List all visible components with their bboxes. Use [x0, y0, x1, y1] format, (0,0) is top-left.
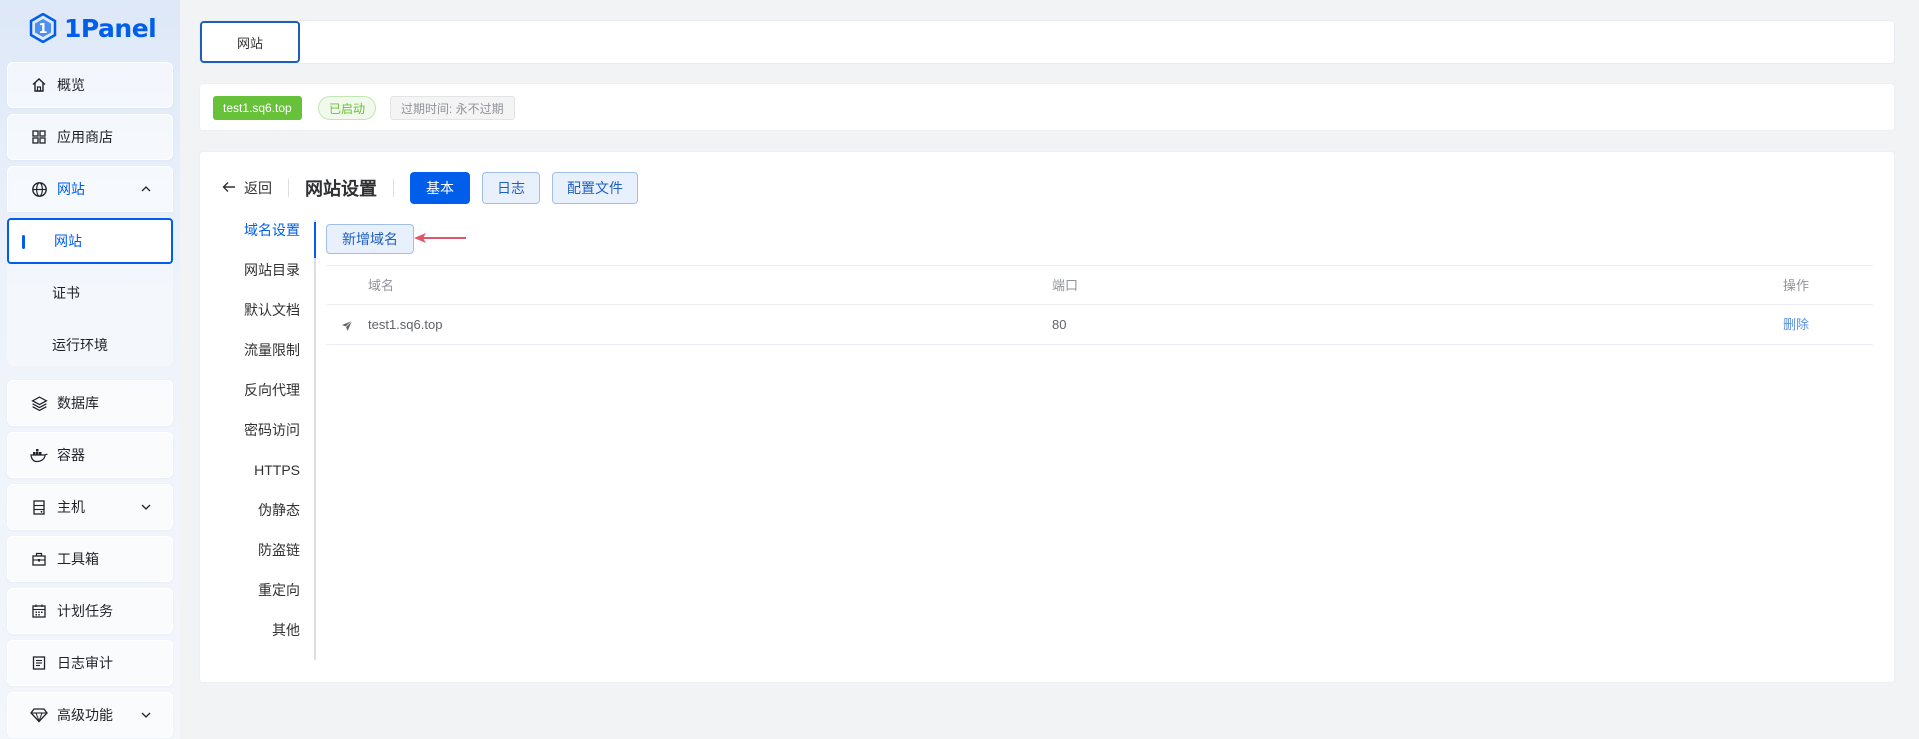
home-icon [30, 76, 48, 94]
tab-log[interactable]: 日志 [482, 172, 540, 204]
status-badge: 已启动 [318, 96, 377, 120]
sidebar-subitem-runtime[interactable]: 运行环境 [7, 322, 173, 368]
diamond-icon [30, 706, 48, 724]
sidebar-subitem-label: 网站 [54, 233, 82, 249]
sidebar-item-website[interactable]: 网站 [7, 166, 173, 212]
chevron-down-icon [140, 500, 152, 516]
nav-reverse-proxy[interactable]: 反向代理 [244, 380, 300, 400]
tab-basic[interactable]: 基本 [410, 172, 470, 204]
sidebar-item-toolbox[interactable]: 工具箱 [7, 536, 173, 582]
docker-icon [30, 446, 48, 464]
nav-site-directory[interactable]: 网站目录 [244, 260, 300, 280]
nav-rewrite[interactable]: 伪静态 [258, 500, 300, 520]
sidebar-subitem-label: 运行环境 [52, 337, 108, 353]
column-header-port: 端口 [1052, 278, 1079, 293]
nav-traffic-limit[interactable]: 流量限制 [244, 340, 300, 360]
divider [288, 179, 289, 197]
log-icon [30, 654, 48, 672]
delete-link[interactable]: 删除 [1783, 305, 1809, 345]
chevron-down-icon [140, 708, 152, 724]
page-title: 网站设置 [305, 179, 377, 199]
sidebar-item-label: 高级功能 [57, 707, 113, 723]
domain-tag: test1.sq6.top [213, 96, 302, 120]
settings-side-nav: 域名设置 网站目录 默认文档 流量限制 反向代理 密码访问 HTTPS 伪静态 … [200, 220, 316, 660]
sidebar-item-label: 日志审计 [57, 655, 113, 671]
active-indicator [22, 235, 25, 249]
sidebar-item-label: 概览 [57, 77, 85, 93]
logo[interactable]: 1 1Panel [28, 12, 157, 44]
svg-text:1: 1 [38, 22, 47, 37]
toolbox-icon [30, 550, 48, 568]
sidebar-subitem-certificate[interactable]: 证书 [7, 270, 173, 316]
grid-icon [30, 128, 48, 146]
layers-icon [30, 394, 48, 412]
panel-header: 返回 网站设置 基本 日志 配置文件 [222, 172, 650, 204]
globe-icon [30, 180, 48, 198]
send-icon [341, 319, 353, 335]
chevron-up-icon [140, 182, 152, 198]
nav-anti-leech[interactable]: 防盗链 [258, 540, 300, 560]
nav-active-indicator [314, 222, 316, 258]
site-info-bar: test1.sq6.top 已启动 过期时间: 永不过期 [199, 83, 1895, 131]
sidebar-item-label: 数据库 [57, 395, 99, 411]
back-label: 返回 [244, 180, 272, 196]
sidebar-item-advanced[interactable]: 高级功能 [7, 692, 173, 738]
sidebar-item-log-audit[interactable]: 日志审计 [7, 640, 173, 686]
website-settings-panel: 返回 网站设置 基本 日志 配置文件 域名设置 网站目录 默认文档 流量限制 反… [199, 151, 1895, 683]
column-header-action: 操作 [1783, 278, 1810, 293]
nav-default-document[interactable]: 默认文档 [244, 300, 300, 320]
sidebar: 1 1Panel 概览 应用商店 网站 网站 证书 运行环境 数据库 容器 主机… [0, 0, 180, 739]
column-header-domain: 域名 [368, 278, 395, 293]
sidebar-item-container[interactable]: 容器 [7, 432, 173, 478]
nav-https[interactable]: HTTPS [254, 460, 300, 480]
port-cell: 80 [1052, 317, 1067, 332]
divider [393, 179, 394, 197]
sidebar-subitem-website[interactable]: 网站 [7, 218, 173, 264]
add-domain-button[interactable]: 新增域名 [326, 224, 414, 254]
sidebar-item-label: 工具箱 [57, 551, 99, 567]
annotation-arrow-icon [414, 231, 468, 248]
sidebar-item-label: 主机 [57, 499, 85, 515]
sidebar-item-overview[interactable]: 概览 [7, 62, 173, 108]
sidebar-item-cron[interactable]: 计划任务 [7, 588, 173, 634]
table-header-row: 域名 端口 操作 [326, 265, 1873, 305]
logo-icon: 1 [28, 13, 58, 43]
sidebar-item-label: 网站 [57, 181, 85, 197]
sidebar-item-host[interactable]: 主机 [7, 484, 173, 530]
arrow-left-icon [222, 180, 236, 196]
sidebar-item-label: 容器 [57, 447, 85, 463]
nav-other[interactable]: 其他 [272, 620, 300, 640]
expire-badge: 过期时间: 永不过期 [390, 96, 515, 120]
sidebar-item-appstore[interactable]: 应用商店 [7, 114, 173, 160]
nav-password-access[interactable]: 密码访问 [244, 420, 300, 440]
nav-redirect[interactable]: 重定向 [258, 580, 300, 600]
domain-cell: test1.sq6.top [368, 317, 443, 332]
tab-config-file[interactable]: 配置文件 [552, 172, 638, 204]
logo-text: 1Panel [64, 13, 157, 43]
nav-domain-settings[interactable]: 域名设置 [244, 220, 300, 240]
calendar-icon [30, 602, 48, 620]
back-button[interactable]: 返回 [222, 178, 272, 198]
top-tab-bar: 网站 [199, 20, 1895, 64]
sidebar-subitem-label: 证书 [52, 285, 80, 301]
tab-website[interactable]: 网站 [200, 21, 300, 63]
domain-table: 域名 端口 操作 test1.sq6.top 80 删除 [326, 265, 1873, 345]
sidebar-item-label: 计划任务 [57, 603, 113, 619]
sidebar-item-database[interactable]: 数据库 [7, 380, 173, 426]
table-row: test1.sq6.top 80 删除 [326, 305, 1873, 345]
sidebar-item-label: 应用商店 [57, 129, 113, 145]
server-icon [30, 498, 48, 516]
